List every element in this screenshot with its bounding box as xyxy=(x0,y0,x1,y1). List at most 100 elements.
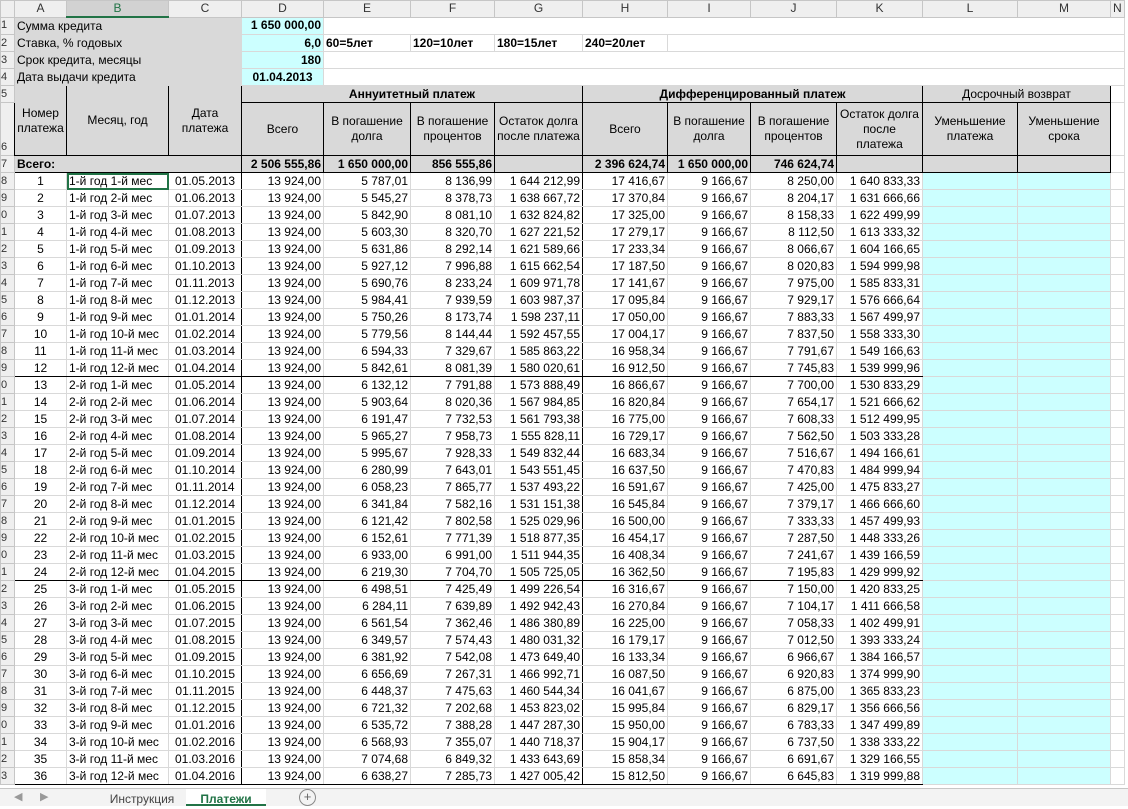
cell-diff-interest[interactable]: 7 058,33 xyxy=(750,614,837,632)
cell-reduce-term[interactable] xyxy=(1017,546,1111,564)
cell-diff-balance[interactable]: 1 503 333,28 xyxy=(836,427,923,445)
cell-reduce-term[interactable] xyxy=(1017,563,1111,581)
row-number[interactable]: 1 xyxy=(0,16,15,35)
cell-diff-balance[interactable]: 1 640 833,33 xyxy=(836,172,923,190)
cell-annuity-balance[interactable]: 1 511 944,35 xyxy=(494,546,583,564)
row-number[interactable]: 3 xyxy=(0,257,15,275)
cell-month-year[interactable]: 2-й год 8-й мес xyxy=(66,495,169,513)
cell-diff-interest[interactable]: 7 837,50 xyxy=(750,325,837,343)
cell-diff-principal[interactable]: 9 166,67 xyxy=(667,512,751,530)
cell-diff-interest[interactable]: 6 691,67 xyxy=(750,750,837,768)
cell-annuity-interest[interactable]: 7 996,88 xyxy=(410,257,495,275)
cell-annuity-principal[interactable]: 5 995,67 xyxy=(323,444,411,462)
cell-reduce-payment[interactable] xyxy=(922,495,1018,513)
cell-reduce-payment[interactable] xyxy=(922,274,1018,292)
cell-diff-principal[interactable]: 9 166,67 xyxy=(667,631,751,649)
cell-reduce-term[interactable] xyxy=(1017,427,1111,445)
cell-annuity-interest[interactable]: 7 542,08 xyxy=(410,648,495,666)
cell-payment-date[interactable]: 01.11.2013 xyxy=(168,274,242,292)
loan-amount-value[interactable]: 1 650 000,00 xyxy=(241,16,324,35)
cell-reduce-payment[interactable] xyxy=(922,427,1018,445)
cell-annuity-total[interactable]: 13 924,00 xyxy=(241,699,324,717)
cell-annuity-total[interactable]: 13 924,00 xyxy=(241,359,324,377)
empty-cell[interactable] xyxy=(1110,359,1125,377)
cell-reduce-payment[interactable] xyxy=(922,461,1018,479)
cell-annuity-interest[interactable]: 7 958,73 xyxy=(410,427,495,445)
cell-diff-interest[interactable]: 7 608,33 xyxy=(750,410,837,428)
cell-month-year[interactable]: 1-й год 1-й мес xyxy=(66,172,169,190)
cell-annuity-interest[interactable]: 7 574,43 xyxy=(410,631,495,649)
cell-reduce-term[interactable] xyxy=(1017,393,1111,411)
totals-diff-principal[interactable]: 1 650 000,00 xyxy=(667,155,751,173)
header-payment-date[interactable]: Дата платежа xyxy=(168,85,242,156)
totals-label[interactable]: Всего: xyxy=(14,155,242,173)
cell-diff-total[interactable]: 16 225,00 xyxy=(582,614,668,632)
empty-cell[interactable] xyxy=(1110,682,1125,700)
header-annuity-principal[interactable]: В погашение долга xyxy=(323,102,411,156)
cell-annuity-total[interactable]: 13 924,00 xyxy=(241,223,324,241)
cell-payment-date[interactable]: 01.12.2015 xyxy=(168,699,242,717)
cell-payment-number[interactable]: 21 xyxy=(14,512,67,530)
row-number[interactable]: 5 xyxy=(0,291,15,309)
cell-reduce-term[interactable] xyxy=(1017,767,1111,785)
column-header-i[interactable]: I xyxy=(667,0,751,18)
cell-month-year[interactable]: 2-й год 5-й мес xyxy=(66,444,169,462)
row-number[interactable]: 0 xyxy=(0,376,15,394)
cell-payment-date[interactable]: 01.04.2015 xyxy=(168,563,242,581)
cell-annuity-total[interactable]: 13 924,00 xyxy=(241,393,324,411)
cell-diff-total[interactable]: 16 591,67 xyxy=(582,478,668,496)
cell-annuity-interest[interactable]: 7 939,59 xyxy=(410,291,495,309)
cell-reduce-payment[interactable] xyxy=(922,376,1018,394)
cell-payment-date[interactable]: 01.06.2015 xyxy=(168,597,242,615)
sheet-table[interactable]: A B C D E F G H I J K L M N 1 Сумма кред… xyxy=(0,0,1125,785)
cell-payment-date[interactable]: 01.08.2013 xyxy=(168,223,242,241)
empty-cell[interactable] xyxy=(1110,665,1125,683)
cell-diff-balance[interactable]: 1 466 666,60 xyxy=(836,495,923,513)
cell-reduce-term[interactable] xyxy=(1017,444,1111,462)
cell-annuity-total[interactable]: 13 924,00 xyxy=(241,410,324,428)
column-header-h[interactable]: H xyxy=(582,0,668,18)
cell-diff-balance[interactable]: 1 594 999,98 xyxy=(836,257,923,275)
cell-payment-date[interactable]: 01.09.2014 xyxy=(168,444,242,462)
cell-payment-date[interactable]: 01.10.2014 xyxy=(168,461,242,479)
cell-month-year[interactable]: 3-й год 4-й мес xyxy=(66,631,169,649)
cell-payment-date[interactable]: 01.05.2014 xyxy=(168,376,242,394)
cell-payment-date[interactable]: 01.07.2013 xyxy=(168,206,242,224)
cell-diff-interest[interactable]: 7 333,33 xyxy=(750,512,837,530)
cell-diff-balance[interactable]: 1 393 333,24 xyxy=(836,631,923,649)
cell-diff-balance[interactable]: 1 567 499,97 xyxy=(836,308,923,326)
cell-annuity-interest[interactable]: 7 865,77 xyxy=(410,478,495,496)
cell-annuity-total[interactable]: 13 924,00 xyxy=(241,495,324,513)
empty-cell[interactable] xyxy=(1110,495,1125,513)
cell-annuity-balance[interactable]: 1 615 662,54 xyxy=(494,257,583,275)
cell-diff-balance[interactable]: 1 549 166,63 xyxy=(836,342,923,360)
cell-annuity-interest[interactable]: 7 425,49 xyxy=(410,580,495,598)
empty-cell[interactable] xyxy=(1110,563,1125,581)
row-number[interactable]: 4 xyxy=(0,274,15,292)
cell-diff-total[interactable]: 16 408,34 xyxy=(582,546,668,564)
cell-annuity-principal[interactable]: 6 594,33 xyxy=(323,342,411,360)
cell-annuity-interest[interactable]: 7 643,01 xyxy=(410,461,495,479)
cell-month-year[interactable]: 1-й год 5-й мес xyxy=(66,240,169,258)
column-header-g[interactable]: G xyxy=(494,0,583,18)
cell-annuity-principal[interactable]: 5 965,27 xyxy=(323,427,411,445)
cell-payment-date[interactable]: 01.04.2016 xyxy=(168,767,242,785)
empty-cell[interactable] xyxy=(1110,257,1125,275)
empty-cell[interactable] xyxy=(1110,461,1125,479)
cell-reduce-term[interactable] xyxy=(1017,648,1111,666)
cell-reduce-term[interactable] xyxy=(1017,274,1111,292)
row-number[interactable]: 0 xyxy=(0,206,15,224)
row-number[interactable]: 4 xyxy=(0,614,15,632)
row-number[interactable]: 9 xyxy=(0,189,15,207)
cell-diff-total[interactable]: 17 416,67 xyxy=(582,172,668,190)
cell-annuity-principal[interactable]: 6 152,61 xyxy=(323,529,411,547)
header-reduce-term[interactable]: Уменьшение срока xyxy=(1017,102,1111,156)
cell-annuity-interest[interactable]: 7 475,63 xyxy=(410,682,495,700)
cell-annuity-interest[interactable]: 7 388,28 xyxy=(410,716,495,734)
cell-reduce-term[interactable] xyxy=(1017,223,1111,241)
tab-scroll-right-icon[interactable]: ▶ xyxy=(40,790,48,803)
cell-payment-number[interactable]: 29 xyxy=(14,648,67,666)
cell-annuity-principal[interactable]: 6 280,99 xyxy=(323,461,411,479)
cell-annuity-interest[interactable]: 7 704,70 xyxy=(410,563,495,581)
cell-diff-total[interactable]: 16 041,67 xyxy=(582,682,668,700)
